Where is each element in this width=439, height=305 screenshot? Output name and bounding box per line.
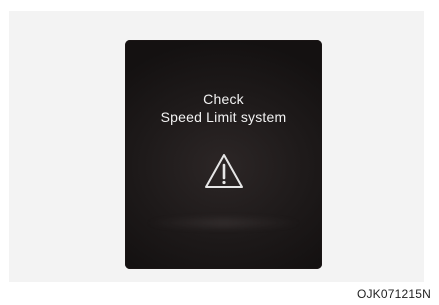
message-subtitle: Speed Limit system (160, 109, 287, 125)
warning-triangle-icon (205, 154, 243, 188)
message-title: Check (203, 91, 244, 107)
figure-code: OJK071215N (356, 287, 431, 301)
cluster-display: Check Speed Limit system (125, 40, 322, 269)
warning-message: Check Speed Limit system (125, 90, 322, 126)
